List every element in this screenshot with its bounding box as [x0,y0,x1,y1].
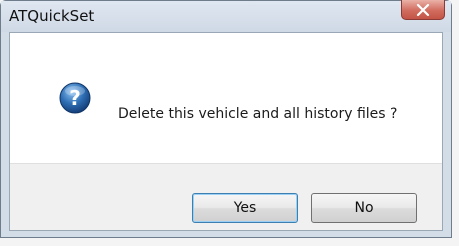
svg-text:?: ? [69,86,81,110]
yes-button[interactable]: Yes [192,193,298,223]
no-button[interactable]: No [311,193,417,223]
title-bar[interactable]: ATQuickSet [1,0,451,32]
dialog-content: ? Delete this vehicle and all history fi… [9,32,443,231]
message-text: Delete this vehicle and all history file… [118,106,398,122]
question-icon: ? [59,82,91,114]
button-bar: Yes No [10,163,442,230]
close-icon [416,3,430,16]
message-dialog: ATQuickSet ? Delete this vehicle and all… [0,0,452,238]
window-title: ATQuickSet [9,7,95,25]
message-area: ? Delete this vehicle and all history fi… [10,33,442,163]
close-button[interactable] [401,0,445,20]
